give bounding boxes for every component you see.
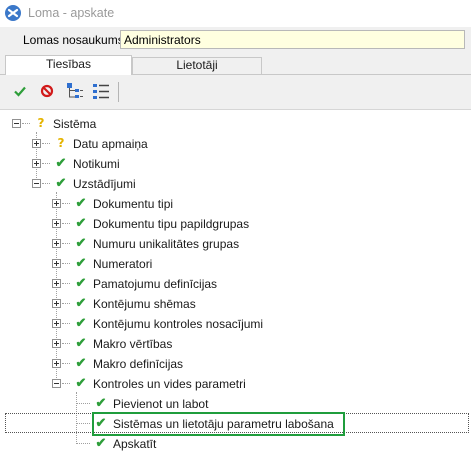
tree-node[interactable]: ✔ Kontējumu kontroles nosacījumi xyxy=(0,314,471,334)
tree-guide-line xyxy=(76,443,90,444)
role-name-input[interactable] xyxy=(120,30,465,49)
checkmark-icon[interactable]: ✔ xyxy=(74,296,88,310)
checkmark-icon[interactable]: ✔ xyxy=(54,176,68,190)
tree-node[interactable]: ✔ Pievienot un labot xyxy=(0,394,471,414)
deny-button[interactable] xyxy=(38,83,56,101)
tree-guide-line xyxy=(42,163,50,164)
checkmark-icon[interactable]: ✔ xyxy=(54,156,68,170)
app-icon xyxy=(5,5,21,21)
tree-node-label: Dokumentu tipi xyxy=(93,197,174,211)
question-mark-icon[interactable]: ? xyxy=(34,116,48,130)
toolbar-separator xyxy=(118,82,119,102)
tree-guide-line xyxy=(62,323,70,324)
expand-toggle[interactable] xyxy=(32,159,41,168)
expand-toggle[interactable] xyxy=(52,279,61,288)
allow-button[interactable] xyxy=(11,83,29,101)
list-icon xyxy=(92,82,110,103)
tree-node-label: Kontējumu shēmas xyxy=(93,297,196,311)
checkmark-icon[interactable]: ✔ xyxy=(74,196,88,210)
tree-node[interactable]: ? Sistēma xyxy=(0,114,471,134)
toolbar xyxy=(0,75,471,110)
tree-guide-line xyxy=(62,383,70,384)
tree-guide-line xyxy=(42,143,50,144)
expand-toggle[interactable] xyxy=(52,359,61,368)
tree-node-label: Numeratori xyxy=(93,257,153,271)
tree-node-label: Notikumi xyxy=(73,157,120,171)
tree-node[interactable]: ✔ Numuru unikalitātes grupas xyxy=(0,234,471,254)
tab-bar: Tiesības Lietotāji xyxy=(0,53,471,75)
checkmark-icon[interactable]: ✔ xyxy=(74,236,88,250)
tree-node-label: Kontroles un vides parametri xyxy=(93,377,246,391)
permissions-tree[interactable]: ? Sistēma? Datu apmaiņa ✔ Notikumi ✔ Uzstādīju… xyxy=(0,110,471,451)
title-bar: Loma - apskate xyxy=(0,0,471,27)
expand-toggle[interactable] xyxy=(52,259,61,268)
tree-node[interactable]: ✔ Dokumentu tipu papildgrupas xyxy=(0,214,471,234)
tab-rights[interactable]: Tiesības xyxy=(5,55,132,75)
checkmark-icon[interactable]: ✔ xyxy=(74,216,88,230)
tree-node[interactable]: ✔ Kontroles un vides parametri xyxy=(0,374,471,394)
expand-toggle[interactable] xyxy=(52,319,61,328)
checkmark-icon[interactable]: ✔ xyxy=(74,256,88,270)
expand-toggle[interactable] xyxy=(52,239,61,248)
tree-node-label: Kontējumu kontroles nosacījumi xyxy=(93,317,264,331)
window-title: Loma - apskate xyxy=(28,6,115,20)
highlight-box xyxy=(92,412,345,436)
tree-node[interactable]: ✔ Notikumi xyxy=(0,154,471,174)
tree-node[interactable]: ✔ Pamatojumu definīcijas xyxy=(0,274,471,294)
checkmark-icon xyxy=(13,84,27,101)
checkmark-icon[interactable]: ✔ xyxy=(74,376,88,390)
tree-guide-line xyxy=(62,223,70,224)
tree-node[interactable]: ? Datu apmaiņa xyxy=(0,134,471,154)
tree-guide-line xyxy=(62,243,70,244)
tree-node[interactable]: ✔ Uzstādījumi xyxy=(0,174,471,194)
tree-guide-line xyxy=(42,183,50,184)
tree-guide-line xyxy=(62,363,70,364)
expand-toggle[interactable] xyxy=(52,299,61,308)
checkmark-icon[interactable]: ✔ xyxy=(94,436,108,450)
expand-toggle[interactable] xyxy=(52,219,61,228)
tree-guide-line xyxy=(62,343,70,344)
tree-node-label: Uzstādījumi xyxy=(73,177,136,191)
collapse-toggle[interactable] xyxy=(32,179,41,188)
tree-node-label: Pievienot un labot xyxy=(113,397,209,411)
tree-guide-line xyxy=(76,403,90,404)
tab-users[interactable]: Lietotāji xyxy=(132,57,262,74)
tree-node[interactable]: ✔ Makro definīcijas xyxy=(0,354,471,374)
tree-node-label: Numuru unikalitātes grupas xyxy=(93,237,240,251)
tree-node[interactable]: ✔ Numeratori xyxy=(0,254,471,274)
deny-icon xyxy=(40,84,54,101)
role-name-row: Lomas nosaukums: xyxy=(0,27,471,53)
expand-toggle[interactable] xyxy=(52,199,61,208)
checkmark-icon[interactable]: ✔ xyxy=(74,336,88,350)
tree-node-label: Sistēma xyxy=(53,117,97,131)
tree-node[interactable]: ✔ Apskatīt xyxy=(0,434,471,454)
list-view-button[interactable] xyxy=(92,83,110,101)
tree-node-label: Makro definīcijas xyxy=(93,357,184,371)
tree-node[interactable]: ✔ Kontējumu shēmas xyxy=(0,294,471,314)
tree-guide-line xyxy=(22,123,30,124)
tree-node-label: Makro vērtības xyxy=(93,337,173,351)
tree-node-label: Datu apmaiņa xyxy=(73,137,148,151)
tree-node[interactable]: ✔ Dokumentu tipi xyxy=(0,194,471,214)
checkmark-icon[interactable]: ✔ xyxy=(74,356,88,370)
tree-node-label: Dokumentu tipu papildgrupas xyxy=(93,217,250,231)
tree-structure-icon xyxy=(66,82,84,103)
tree-guide-line xyxy=(62,283,70,284)
expand-toggle[interactable] xyxy=(52,339,61,348)
checkmark-icon[interactable]: ✔ xyxy=(74,316,88,330)
role-name-label: Lomas nosaukums: xyxy=(23,33,128,47)
expand-tree-button[interactable] xyxy=(66,82,84,103)
tree-node-label: Pamatojumu definīcijas xyxy=(93,277,218,291)
collapse-toggle[interactable] xyxy=(12,119,21,128)
tree-guide-line xyxy=(62,263,70,264)
checkmark-icon[interactable]: ✔ xyxy=(94,396,108,410)
checkmark-icon[interactable]: ✔ xyxy=(74,276,88,290)
collapse-toggle[interactable] xyxy=(52,379,61,388)
tree-guide-line xyxy=(62,203,70,204)
expand-toggle[interactable] xyxy=(32,139,41,148)
tree-guide-line xyxy=(62,303,70,304)
tree-node[interactable]: ✔ Makro vērtības xyxy=(0,334,471,354)
question-mark-icon[interactable]: ? xyxy=(54,136,68,150)
